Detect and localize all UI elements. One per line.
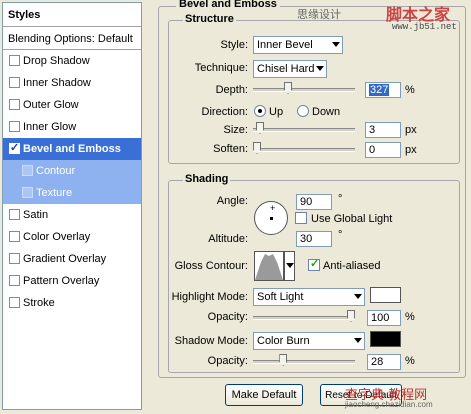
outer-glow-checkbox[interactable]	[9, 99, 20, 110]
gloss-contour-dropdown[interactable]	[284, 251, 295, 281]
soften-input[interactable]: 0	[365, 142, 401, 158]
style-label: Style:	[220, 39, 248, 51]
make-default-button[interactable]: Make Default	[225, 384, 303, 406]
chevron-down-icon	[354, 294, 362, 299]
dial-center-dot	[270, 217, 273, 220]
structure-title: Structure	[183, 13, 236, 25]
bevel-and-emboss-checkbox[interactable]	[9, 141, 20, 154]
size-slider-track[interactable]	[253, 128, 355, 132]
highlight-mode-label: Highlight Mode:	[171, 291, 248, 303]
use-global-light-label[interactable]: Use Global Light	[311, 213, 392, 225]
size-unit: px	[405, 124, 417, 136]
watermark-chazidian-url: jiaocheng.chazidian.com	[345, 400, 433, 409]
inner-glow-checkbox[interactable]	[9, 121, 20, 132]
technique-select[interactable]: Chisel Hard	[253, 60, 327, 78]
shadow-mode-label: Shadow Mode:	[174, 335, 248, 347]
altitude-label: Altitude:	[208, 233, 248, 245]
depth-label: Depth:	[215, 84, 248, 96]
color-overlay-checkbox[interactable]	[9, 231, 20, 242]
technique-label: Technique:	[194, 62, 248, 74]
style-item-stroke[interactable]: Stroke	[3, 292, 141, 314]
contour-checkbox[interactable]	[22, 165, 33, 176]
crosshair-icon: +	[270, 203, 276, 213]
chevron-down-icon	[354, 338, 362, 343]
chevron-down-icon	[332, 42, 340, 47]
use-global-light-checkbox[interactable]	[295, 212, 307, 224]
soften-label: Soften:	[213, 143, 248, 155]
style-item-drop-shadow[interactable]: Drop Shadow	[3, 50, 141, 72]
shadow-color-swatch[interactable]	[370, 331, 401, 347]
angle-dial[interactable]: +	[254, 201, 288, 235]
angle-unit: °	[338, 193, 343, 205]
watermark-jb51-url: www.jb51.net	[392, 22, 457, 32]
shadow-opacity-label: Opacity:	[207, 355, 248, 367]
angle-label: Angle:	[216, 195, 248, 207]
style-item-outer-glow[interactable]: Outer Glow	[3, 94, 141, 116]
direction-up-radio[interactable]	[254, 105, 266, 117]
direction-down-radio[interactable]	[297, 105, 309, 117]
styles-list-panel: Styles Blending Options: Default Drop Sh…	[2, 2, 142, 410]
size-label: Size:	[223, 124, 248, 136]
gloss-contour-label: Gloss Contour:	[174, 260, 248, 272]
style-item-color-overlay[interactable]: Color Overlay	[3, 226, 141, 248]
shading-title: Shading	[183, 173, 231, 185]
direction-up-label[interactable]: Up	[269, 106, 283, 118]
style-select[interactable]: Inner Bevel	[253, 36, 343, 54]
gloss-contour-preview[interactable]	[254, 251, 284, 281]
highlight-opacity-slider-track[interactable]	[253, 316, 355, 320]
highlight-opacity-unit: %	[405, 311, 415, 323]
styles-header[interactable]: Styles	[3, 3, 141, 27]
blending-options-item[interactable]: Blending Options: Default	[3, 28, 141, 50]
soften-slider-track[interactable]	[253, 148, 355, 152]
anti-aliased-checkbox[interactable]	[308, 257, 320, 271]
altitude-unit: °	[338, 229, 343, 241]
angle-input[interactable]: 90	[296, 194, 332, 210]
pattern-overlay-checkbox[interactable]	[9, 275, 20, 286]
style-item-contour[interactable]: Contour	[3, 160, 141, 182]
style-item-pattern-overlay[interactable]: Pattern Overlay	[3, 270, 141, 292]
gradient-overlay-checkbox[interactable]	[9, 253, 20, 264]
style-item-bevel-and-emboss[interactable]: Bevel and Emboss	[3, 138, 141, 160]
panel-title: Bevel and Emboss	[176, 0, 280, 10]
shadow-opacity-slider-track[interactable]	[253, 360, 355, 364]
highlight-mode-select[interactable]: Soft Light	[253, 288, 365, 306]
anti-aliased-label[interactable]: Anti-aliased	[323, 260, 380, 272]
depth-slider-track[interactable]	[253, 88, 355, 92]
style-item-satin[interactable]: Satin	[3, 204, 141, 226]
altitude-input[interactable]: 30	[296, 231, 332, 247]
depth-unit: %	[405, 84, 415, 96]
size-input[interactable]: 3	[365, 122, 401, 138]
satin-checkbox[interactable]	[9, 209, 20, 220]
style-item-texture[interactable]: Texture	[3, 182, 141, 204]
highlight-opacity-input[interactable]: 100	[367, 310, 401, 326]
highlight-color-swatch[interactable]	[370, 287, 401, 303]
contour-curve-icon	[255, 254, 283, 280]
shadow-opacity-input[interactable]: 28	[367, 354, 401, 370]
shadow-opacity-unit: %	[405, 355, 415, 367]
style-item-gradient-overlay[interactable]: Gradient Overlay	[3, 248, 141, 270]
style-item-inner-shadow[interactable]: Inner Shadow	[3, 72, 141, 94]
chevron-down-icon	[286, 263, 294, 268]
shadow-mode-select[interactable]: Color Burn	[253, 332, 365, 350]
chevron-down-icon	[316, 66, 324, 71]
depth-input[interactable]: 327	[365, 82, 401, 98]
drop-shadow-checkbox[interactable]	[9, 55, 20, 66]
inner-shadow-checkbox[interactable]	[9, 77, 20, 88]
soften-unit: px	[405, 144, 417, 156]
highlight-opacity-label: Opacity:	[207, 311, 248, 323]
watermark-siyuan: 思缘设计	[297, 8, 341, 21]
stroke-checkbox[interactable]	[9, 297, 20, 308]
direction-label: Direction:	[201, 106, 248, 118]
texture-checkbox[interactable]	[22, 187, 33, 198]
direction-down-label[interactable]: Down	[312, 106, 340, 118]
style-item-inner-glow[interactable]: Inner Glow	[3, 116, 141, 138]
